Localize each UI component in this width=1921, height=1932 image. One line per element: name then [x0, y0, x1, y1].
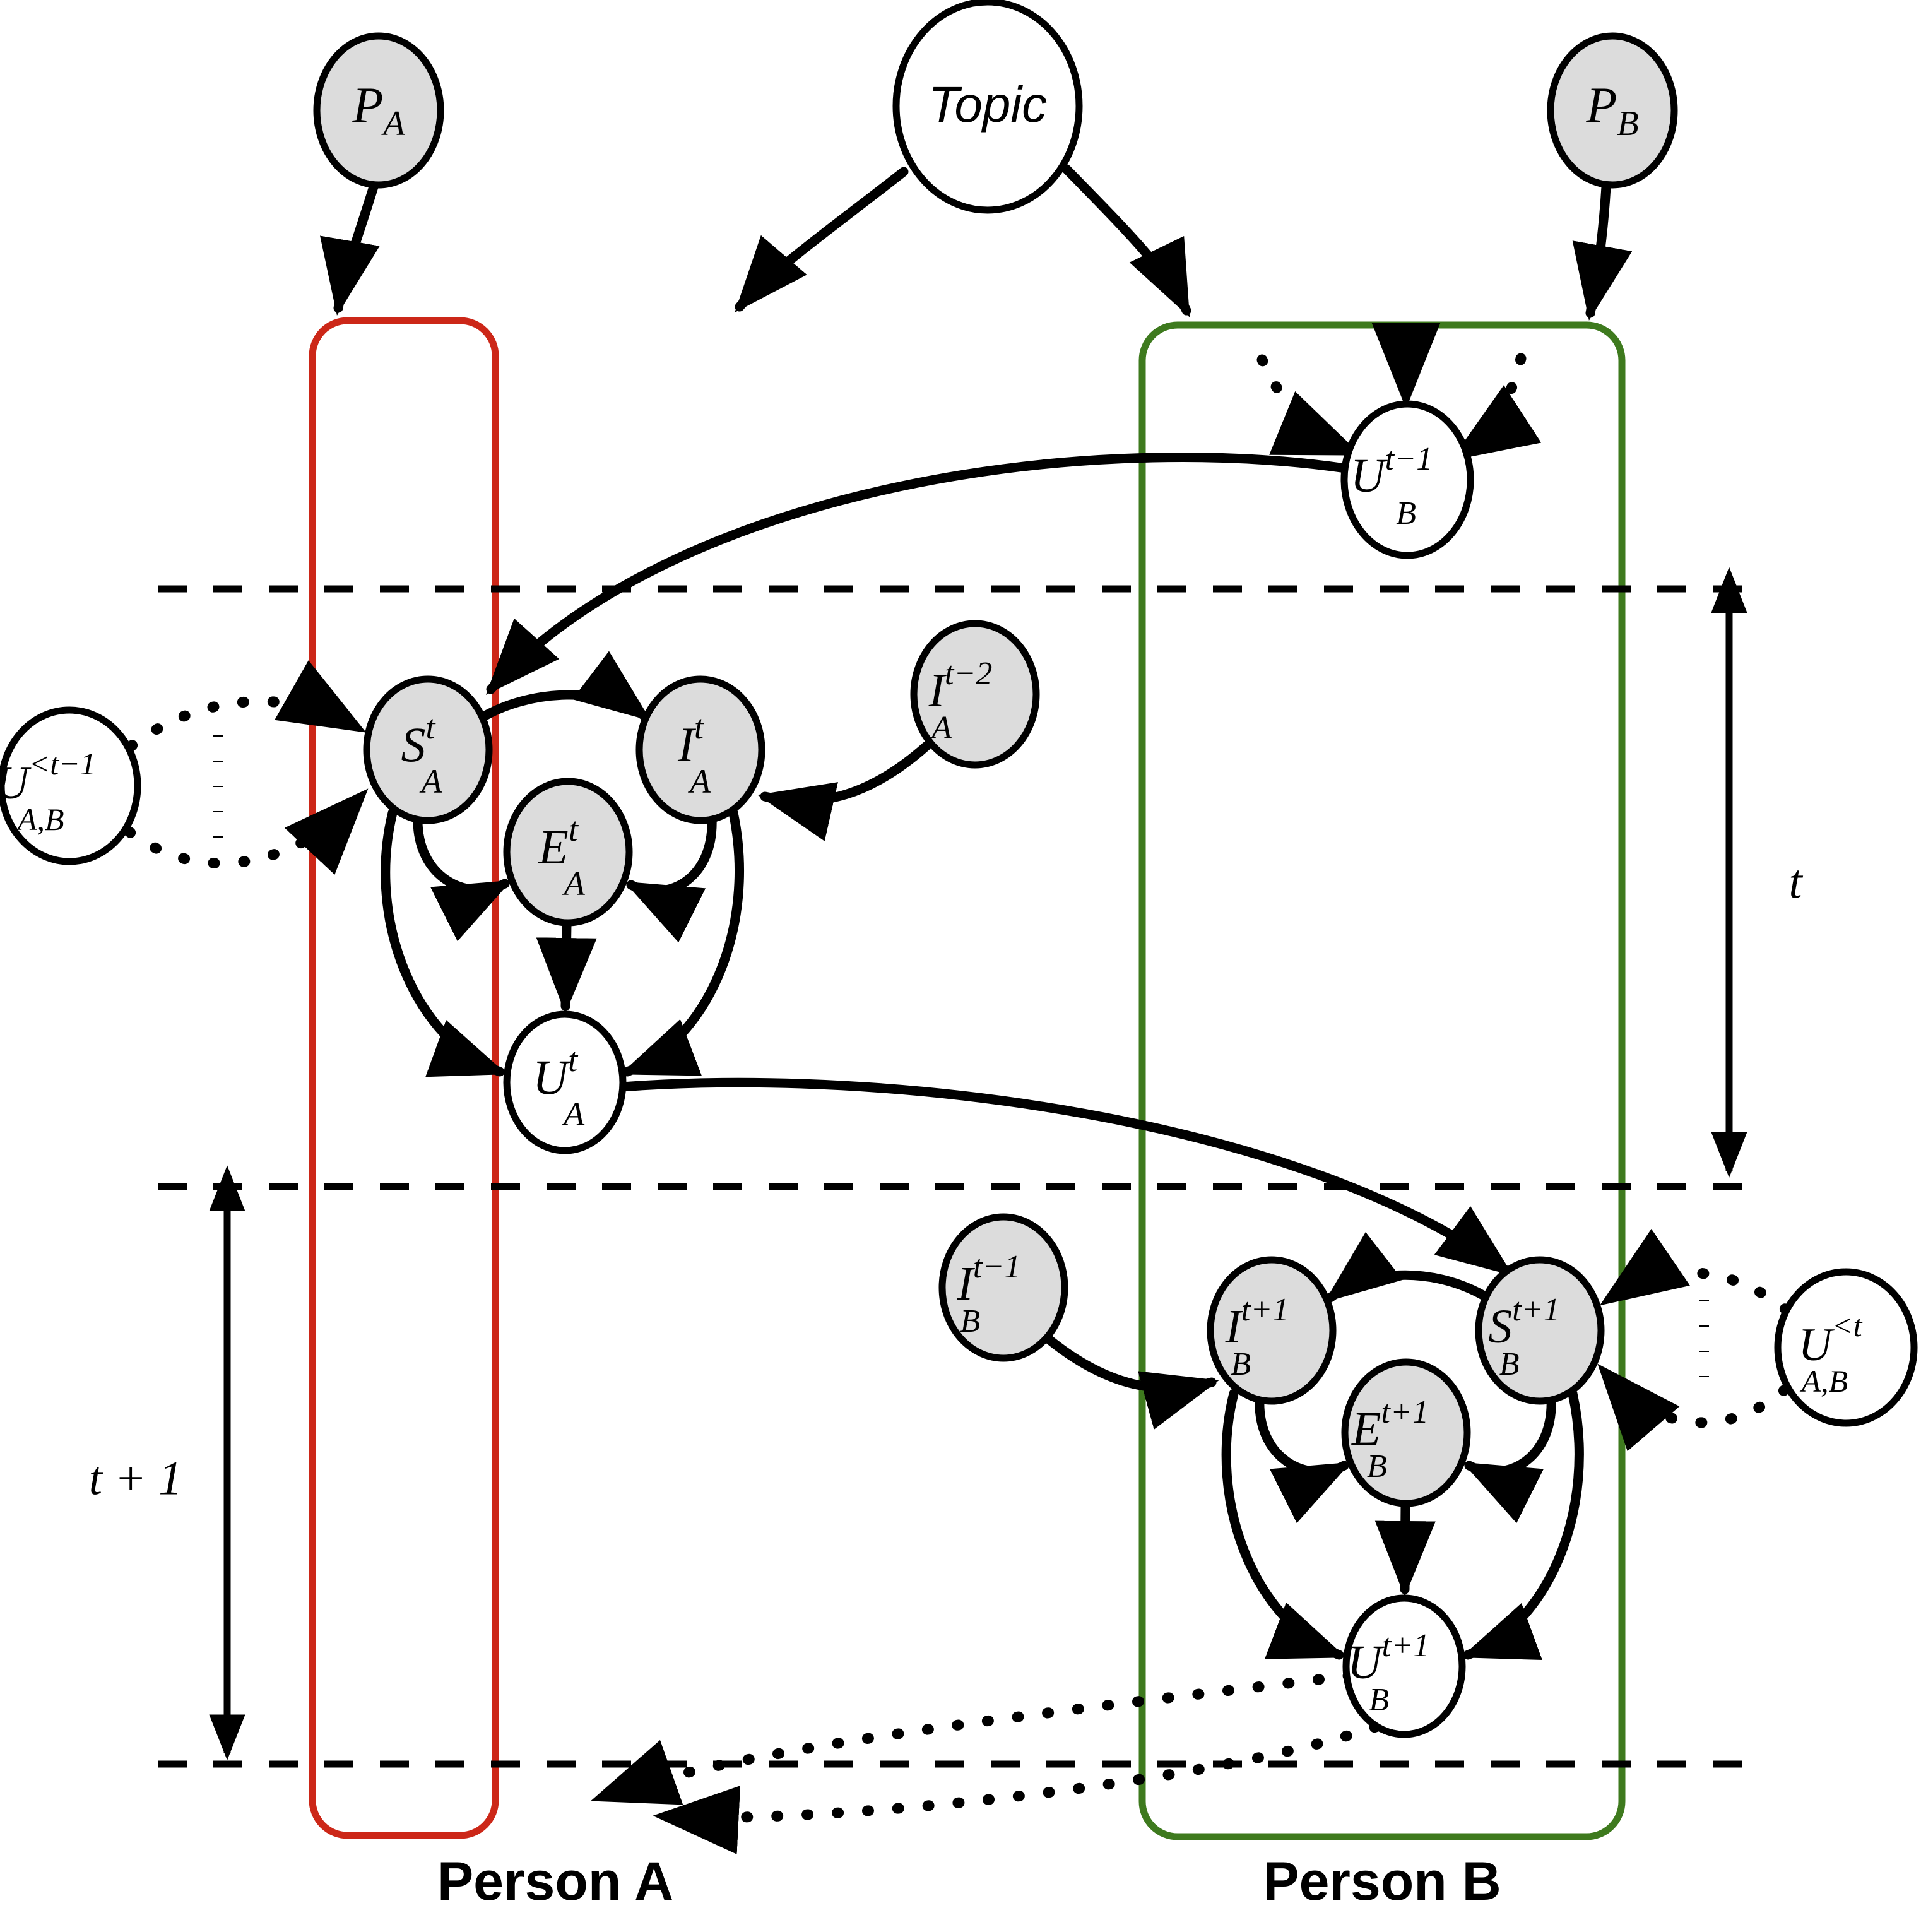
node-u-ab-lt-tminus1-sup: <t−1 [29, 746, 96, 781]
node-e-a-t[interactable]: Et A [503, 778, 633, 927]
node-s-b-tplus1[interactable]: St+1 B [1475, 1256, 1605, 1405]
node-u-b-tminus1-sub: B [1396, 495, 1416, 531]
node-topic-label: Topic [928, 76, 1047, 133]
node-i-b-tminus1-sup: t−1 [973, 1249, 1021, 1285]
edge-topic-to-boxa [735, 167, 909, 313]
edge-uat-to-sbt1 [617, 1077, 1513, 1276]
node-e-a-t-sup: t [569, 810, 579, 848]
node-s-a-t[interactable]: St A [363, 675, 493, 824]
node-u-b-tplus1[interactable]: Ut+1 B [1342, 1594, 1466, 1738]
node-p-a-base: P [352, 78, 383, 133]
diagram-svg: PA Topic PB Ut−1 B <t−1 A,B St A It A Et… [0, 0, 1918, 1912]
node-u-a-t-sup: t [568, 1041, 579, 1079]
person-b-title: Person B [1263, 1851, 1501, 1912]
edge-pb-to-boxb [1572, 182, 1633, 321]
edge-sbt1-to-ubt1 [1460, 1389, 1584, 1660]
node-i-a-t-sub: A [688, 762, 711, 800]
node-e-a-t-sub: A [562, 865, 586, 903]
node-p-b-sub: B [1617, 104, 1638, 143]
node-u-b-tminus1[interactable]: Ut−1 B [1340, 400, 1474, 559]
node-e-b-tplus1-sup: t+1 [1381, 1394, 1429, 1430]
nodes: PA Topic PB Ut−1 B <t−1 A,B St A It A Et… [0, 0, 1918, 1738]
edge-sbt1-to-ibt1 [1324, 1231, 1494, 1304]
edge-uablt-to-sbt1-lower [1597, 1363, 1790, 1452]
node-u-ab-lt-sup: <t [1832, 1308, 1863, 1343]
edge-sbt1-to-ebt1 [1462, 1394, 1556, 1524]
node-u-b-tplus1-sub: B [1369, 1682, 1389, 1718]
edge-eat-to-uat [536, 919, 597, 1014]
node-e-b-tplus1[interactable]: Et+1 B [1341, 1358, 1471, 1507]
edge-ubtm1-to-sat [485, 453, 1351, 695]
time-label-t: t [1788, 855, 1803, 908]
edge-sat-to-eat [413, 813, 512, 942]
edge-dotted-into-ubtm1-left [1256, 354, 1362, 456]
node-i-a-tminus2[interactable]: It−2 A [910, 620, 1040, 769]
edge-uabltm1-to-sat-lower [124, 788, 369, 875]
edge-ubt1-to-boxa-upper [590, 1670, 1355, 1805]
edge-iat-to-uat [620, 808, 744, 1077]
node-i-b-tplus1-sup: t+1 [1241, 1292, 1289, 1328]
person-a-box [309, 317, 499, 1839]
node-p-b-base: P [1585, 78, 1617, 133]
node-u-b-tplus1-sup: t+1 [1382, 1628, 1430, 1664]
node-u-ab-lt-sub: A,B [1800, 1363, 1848, 1399]
time-label-t-plus-1: t + 1 [89, 1452, 182, 1505]
node-p-a-sub: A [381, 104, 405, 143]
node-s-b-tplus1-base: S [1488, 1300, 1512, 1353]
node-i-b-tplus1[interactable]: It+1 B [1207, 1256, 1337, 1405]
node-p-b[interactable]: PB [1547, 32, 1678, 189]
node-p-a[interactable]: PA [313, 32, 444, 189]
node-i-a-tminus2-sub: A [930, 710, 952, 746]
node-s-a-t-sub: A [420, 762, 443, 800]
node-u-a-t-sub: A [562, 1095, 585, 1133]
node-s-b-tplus1-sub: B [1499, 1346, 1520, 1382]
edge-dotted-into-ubtm1-right [1450, 353, 1542, 461]
node-s-b-tplus1-sup: t+1 [1512, 1292, 1560, 1328]
node-s-a-t-sup: t [425, 708, 436, 746]
edge-uabltm1-to-sat-upper [126, 660, 367, 752]
edge-sat-to-iat [475, 651, 651, 724]
edge-iatm2-to-iat [757, 741, 931, 841]
edge-sat-to-uat [381, 808, 507, 1077]
edge-iat-to-eat [624, 813, 717, 943]
node-i-a-t[interactable]: It A [635, 675, 765, 824]
node-u-a-t[interactable]: Ut A [503, 1010, 627, 1154]
node-i-b-tminus1[interactable]: It−1 B [938, 1213, 1068, 1362]
node-u-ab-lt-tminus1-sub: A,B [16, 802, 64, 837]
edge-topic-to-boxb [1061, 164, 1191, 317]
diagram-canvas: PA Topic PB Ut−1 B <t−1 A,B St A It A Et… [0, 0, 1921, 1932]
node-u-ab-lt[interactable]: U<t A,B [1774, 1268, 1918, 1427]
node-i-b-tplus1-sub: B [1231, 1346, 1251, 1382]
person-a-title: Person A [437, 1851, 673, 1912]
edge-uablt-to-sbt1-upper [1599, 1228, 1792, 1315]
node-i-a-tminus2-sup: t−2 [945, 656, 993, 692]
edge-ibtm1-to-ibt1 [1044, 1334, 1219, 1430]
node-u-b-tminus1-sup: t−1 [1385, 441, 1433, 477]
node-i-b-tminus1-sub: B [960, 1303, 980, 1339]
node-u-b-tminus1-base: U [1351, 449, 1388, 502]
node-e-b-tplus1-base: E [1351, 1402, 1381, 1455]
node-topic[interactable]: Topic [892, 0, 1083, 214]
edge-ibt1-to-ubt1 [1221, 1389, 1347, 1660]
node-u-b-tplus1-base: U [1347, 1636, 1385, 1689]
node-i-a-t-sup: t [694, 708, 705, 746]
edge-ibt1-to-ebt1 [1255, 1394, 1351, 1524]
node-e-b-tplus1-sub: B [1367, 1449, 1387, 1485]
node-u-ab-lt-tminus1[interactable]: U<t−1A,B [0, 706, 141, 865]
edge-ubt1-to-boxa-lower [653, 1721, 1381, 1854]
edge-pa-to-boxa [320, 182, 380, 316]
